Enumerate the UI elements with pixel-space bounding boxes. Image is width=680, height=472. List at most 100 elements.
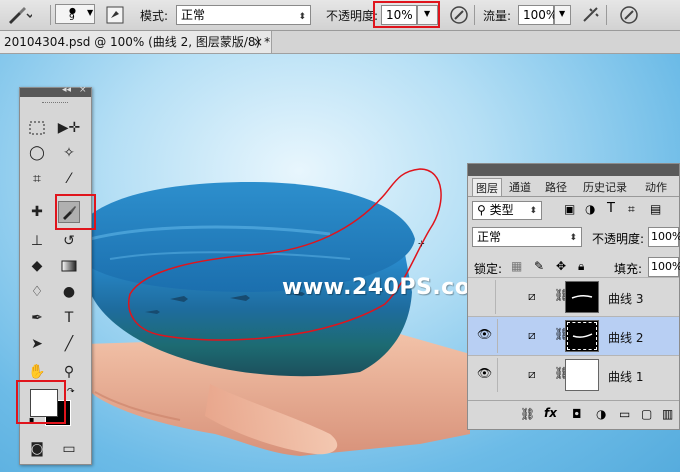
brush-panel-toggle-icon[interactable] xyxy=(106,6,124,27)
eyedropper-tool-icon[interactable]: ⁄ xyxy=(58,168,80,190)
healing-brush-tool-icon[interactable]: ✚ xyxy=(26,201,48,223)
blend-mode-select[interactable]: 正常 ⬍ xyxy=(472,227,582,247)
fill-value: 100% xyxy=(651,260,680,273)
eye-icon[interactable]: 👁︎ xyxy=(477,327,492,341)
chevron-down-icon: ▼ xyxy=(87,8,94,17)
line-tool-icon[interactable]: ╱ xyxy=(58,333,80,355)
filter-value: 类型 xyxy=(489,203,514,217)
dodge-tool-icon[interactable]: ● xyxy=(58,281,80,303)
layer-name: 曲线 3 xyxy=(608,292,644,306)
tab-label: 路径 xyxy=(545,181,567,194)
lock-position-icon[interactable]: ✥ xyxy=(556,259,566,273)
quick-mask-icon[interactable]: ◙ xyxy=(26,438,48,460)
tools-panel: ◂◂ × ▶✛ ◯ ✧ ⌗ ⁄ ✚ ⊥ ↺ ◆ ♢ ● ✒ T ➤ ╱ ✋ ⚲ … xyxy=(16,85,96,465)
layer-row[interactable]: 👁︎ ⧄ ⛓︎ 曲线 1 xyxy=(468,355,679,394)
pressure-opacity-icon[interactable] xyxy=(449,5,469,28)
layer-mask-thumbnail[interactable] xyxy=(565,281,599,313)
tab-channels[interactable]: 通道 xyxy=(504,178,536,197)
tools-panel-header[interactable]: ◂◂ × xyxy=(20,85,91,97)
brush-size-value: 9 xyxy=(69,13,75,23)
adjustment-layer-icon[interactable]: ◑ xyxy=(596,407,606,421)
trash-icon[interactable]: ▥ xyxy=(662,407,673,421)
close-icon[interactable]: × xyxy=(79,85,87,95)
filter-smart-object-icon[interactable]: ▤ xyxy=(650,202,661,216)
layer-name: 曲线 2 xyxy=(608,331,644,345)
layer-row-selected[interactable]: 👁︎ ⧄ ⛓︎ 曲线 2 xyxy=(468,316,679,355)
layer-name: 曲线 1 xyxy=(608,370,644,384)
eraser-tool-icon[interactable]: ◆ xyxy=(26,255,48,277)
tab-paths[interactable]: 路径 xyxy=(540,178,572,197)
brush-tool-preset-icon[interactable] xyxy=(6,5,34,28)
link-layers-icon[interactable]: ⛓︎ xyxy=(520,407,535,421)
tab-actions[interactable]: 动作 xyxy=(638,178,674,197)
layer-opacity-label: 不透明度: xyxy=(592,232,645,246)
clone-stamp-tool-icon[interactable]: ⊥ xyxy=(26,230,48,252)
layer-mask-thumbnail[interactable] xyxy=(565,320,599,352)
watermark-text: www.240PS.com xyxy=(282,275,494,300)
close-icon[interactable]: × xyxy=(253,31,263,53)
layer-opacity-input[interactable]: 100% xyxy=(648,227,680,247)
swap-colors-icon[interactable]: ↷ xyxy=(67,387,75,397)
default-colors-icon[interactable]: ▪ xyxy=(29,415,34,424)
fill-label: 填充: xyxy=(614,262,643,276)
fill-input[interactable]: 100% xyxy=(648,257,680,277)
separator xyxy=(50,5,51,25)
curves-adjustment-icon: ⧄ xyxy=(528,328,536,342)
eye-icon[interactable]: 👁︎ xyxy=(477,366,492,380)
layers-panel-header[interactable] xyxy=(468,164,679,176)
path-selection-tool-icon[interactable]: ➤ xyxy=(26,333,48,355)
blur-tool-icon[interactable]: ♢ xyxy=(26,281,48,303)
lock-transparency-icon[interactable]: ▦ xyxy=(511,259,522,273)
airbrush-icon[interactable] xyxy=(581,5,601,28)
chevron-down-icon: ▼ xyxy=(559,9,566,18)
layer-mask-thumbnail[interactable] xyxy=(565,359,599,391)
document-tab-bar: 20104304.psd @ 100% (曲线 2, 图层蒙版/8) * × xyxy=(0,31,680,54)
updown-arrow-icon: ⬍ xyxy=(529,206,537,216)
gradient-tool-icon[interactable] xyxy=(58,255,80,277)
lock-image-icon[interactable]: ✎ xyxy=(534,259,544,273)
layer-opacity-value: 100% xyxy=(651,230,680,243)
divider xyxy=(468,196,679,197)
magic-wand-tool-icon[interactable]: ✧ xyxy=(58,142,80,164)
tab-label: 动作 xyxy=(645,181,667,194)
history-brush-tool-icon[interactable]: ↺ xyxy=(58,230,80,252)
grip-icon xyxy=(42,102,68,104)
tab-label: 图层 xyxy=(476,182,498,195)
search-icon: ⚲ xyxy=(477,203,486,217)
document-tab[interactable]: 20104304.psd @ 100% (曲线 2, 图层蒙版/8) * xyxy=(0,31,272,53)
pen-tool-icon[interactable]: ✒ xyxy=(26,307,48,329)
pressure-size-icon[interactable] xyxy=(619,5,639,28)
filter-type-icon[interactable]: T xyxy=(607,201,615,216)
move-tool-icon[interactable]: ▶✛ xyxy=(58,117,81,139)
new-layer-icon[interactable]: ▢ xyxy=(641,407,652,421)
layer-row[interactable]: ⧄ ⛓︎ 曲线 3 xyxy=(468,277,679,316)
svg-text:⊹: ⊹ xyxy=(418,239,425,248)
tab-layers[interactable]: 图层 xyxy=(472,178,502,197)
screen-mode-icon[interactable]: ▭ xyxy=(58,438,80,460)
lasso-tool-icon[interactable]: ◯ xyxy=(26,142,48,164)
divider xyxy=(497,319,498,353)
opacity-highlight-box xyxy=(373,1,440,28)
filter-adjustment-icon[interactable]: ◑ xyxy=(585,202,595,216)
lock-all-icon[interactable]: 🔒︎ xyxy=(578,259,584,274)
fx-icon[interactable]: fx xyxy=(544,406,557,420)
filter-pixel-icon[interactable]: ▣ xyxy=(564,202,575,216)
filter-shape-icon[interactable]: ⌗ xyxy=(628,202,635,217)
tab-history[interactable]: 历史记录 xyxy=(576,178,634,197)
flow-input[interactable]: 100% xyxy=(518,5,557,25)
updown-arrow-icon: ⬍ xyxy=(298,12,306,22)
crop-tool-icon[interactable]: ⌗ xyxy=(26,168,48,190)
divider xyxy=(497,358,498,392)
collapse-icon[interactable]: ◂◂ xyxy=(62,85,71,95)
add-mask-icon[interactable]: ◘ xyxy=(572,407,582,421)
visibility-toggle[interactable] xyxy=(471,280,496,314)
type-tool-icon[interactable]: T xyxy=(58,307,80,329)
brush-size-picker[interactable]: ● 9 ▼ xyxy=(55,4,95,24)
brush-tool-highlight-box xyxy=(55,194,96,230)
marquee-tool-icon[interactable] xyxy=(26,117,48,139)
layer-filter-select[interactable]: ⚲ 类型 ⬍ xyxy=(472,201,542,220)
group-folder-icon[interactable]: ▭ xyxy=(619,407,630,421)
updown-arrow-icon: ⬍ xyxy=(569,233,577,243)
mode-select[interactable]: 正常 ⬍ xyxy=(176,5,311,25)
flow-dropdown-button[interactable]: ▼ xyxy=(554,5,571,25)
